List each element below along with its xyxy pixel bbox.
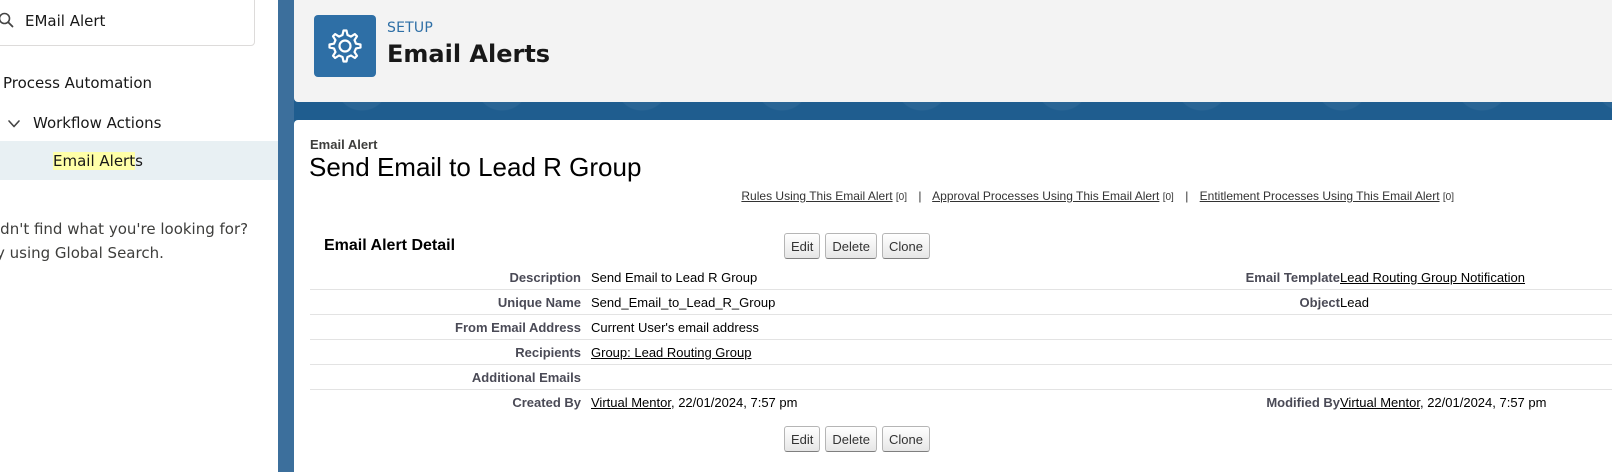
email-alert-detail-page: Email Alert Send Email to Lead R Group R… [294, 120, 1612, 472]
approval-processes-link[interactable]: Approval Processes Using This Email Aler… [932, 189, 1159, 203]
link-separator: | [918, 189, 922, 203]
global-search-hint: idn't find what you're looking for? y us… [0, 217, 276, 265]
detail-row: Unique Name Send_Email_to_Lead_R_Group O… [310, 290, 1612, 315]
modified-by-value: Virtual Mentor, 22/01/2024, 7:57 pm [1340, 395, 1546, 410]
hint-line-2: y using Global Search. [0, 244, 164, 262]
related-list-links: Rules Using This Email Alert [0] | Appro… [294, 189, 1454, 203]
object-value: Lead [1340, 295, 1369, 310]
tree-item-process-automation[interactable]: Process Automation [3, 74, 152, 92]
delete-button[interactable]: Delete [825, 233, 877, 259]
tree-item-label-rest: s [135, 152, 143, 170]
clone-button[interactable]: Clone [881, 233, 930, 259]
hint-line-1: idn't find what you're looking for? [0, 220, 249, 238]
email-template-link[interactable]: Lead Routing Group Notification [1340, 270, 1525, 285]
breadcrumb-setup: SETUP [387, 20, 433, 36]
detail-row: From Email Address Current User's email … [310, 315, 1612, 340]
setup-sidebar: EMail Alert Process Automation Workflow … [0, 0, 278, 472]
recipients-label: Recipients [515, 345, 581, 360]
tree-item-label: Email Alerts [53, 152, 143, 170]
recipients-value: Group: Lead Routing Group [591, 345, 751, 360]
rules-count: [0] [895, 192, 908, 203]
modified-by-user-link[interactable]: Virtual Mentor [1340, 395, 1420, 410]
panel-divider[interactable] [278, 0, 294, 472]
detail-row: Description Send Email to Lead R Group E… [310, 265, 1612, 290]
detail-row: Additional Emails [310, 365, 1612, 390]
page-title: Email Alerts [387, 40, 551, 68]
tree-item-email-alerts[interactable]: Email Alerts [0, 141, 278, 180]
unique-name-value: Send_Email_to_Lead_R_Group [591, 295, 776, 310]
unique-name-label: Unique Name [497, 295, 581, 310]
from-email-value: Current User's email address [591, 320, 759, 335]
modified-by-date: , 22/01/2024, 7:57 pm [1419, 395, 1547, 410]
detail-row: Recipients Group: Lead Routing Group [310, 340, 1612, 365]
edit-button[interactable]: Edit [784, 426, 821, 452]
object-label: Object [1299, 295, 1340, 310]
gear-icon [328, 29, 362, 63]
email-template-value: Lead Routing Group Notification [1340, 270, 1525, 285]
search-icon [0, 12, 14, 28]
clone-button[interactable]: Clone [881, 426, 930, 452]
search-match-highlight: Email Alert [53, 152, 136, 170]
modified-by-label: Modified By [1266, 395, 1340, 410]
record-type-label: Email Alert [310, 137, 378, 152]
additional-emails-label: Additional Emails [471, 370, 581, 385]
page-header: SETUP Email Alerts [294, 0, 1612, 102]
detail-fields: Description Send Email to Lead R Group E… [310, 265, 1612, 414]
top-button-bar: Edit Delete Clone [784, 233, 930, 259]
entitlement-processes-count: [0] [1442, 192, 1454, 203]
rules-using-link[interactable]: Rules Using This Email Alert [741, 189, 892, 203]
recipients-group-link[interactable]: Group: Lead Routing Group [591, 345, 751, 360]
link-separator: | [1185, 189, 1189, 203]
quick-find-search[interactable]: EMail Alert [0, 0, 255, 46]
edit-button[interactable]: Edit [784, 233, 821, 259]
tree-item-workflow-actions[interactable]: Workflow Actions [0, 112, 278, 136]
created-by-label: Created By [512, 395, 581, 410]
chevron-down-icon[interactable] [7, 117, 21, 131]
created-by-date: , 22/01/2024, 7:57 pm [670, 395, 798, 410]
created-by-value: Virtual Mentor, 22/01/2024, 7:57 pm [591, 395, 797, 410]
section-title: Email Alert Detail [324, 237, 456, 254]
email-template-label: Email Template [1245, 270, 1340, 285]
record-title: Send Email to Lead R Group [309, 152, 642, 182]
approval-processes-count: [0] [1162, 192, 1174, 203]
entitlement-processes-link[interactable]: Entitlement Processes Using This Email A… [1200, 189, 1440, 203]
detail-row: Created By Virtual Mentor, 22/01/2024, 7… [310, 390, 1612, 414]
created-by-user-link[interactable]: Virtual Mentor [591, 395, 671, 410]
description-value: Send Email to Lead R Group [591, 270, 758, 285]
bottom-button-bar: Edit Delete Clone [784, 426, 930, 452]
setup-gear-tile [314, 15, 376, 77]
delete-button[interactable]: Delete [825, 426, 877, 452]
from-email-label: From Email Address [455, 320, 581, 335]
description-label: Description [509, 270, 581, 285]
tree-item-label: Workflow Actions [33, 114, 162, 132]
search-input-value[interactable]: EMail Alert [25, 12, 105, 30]
